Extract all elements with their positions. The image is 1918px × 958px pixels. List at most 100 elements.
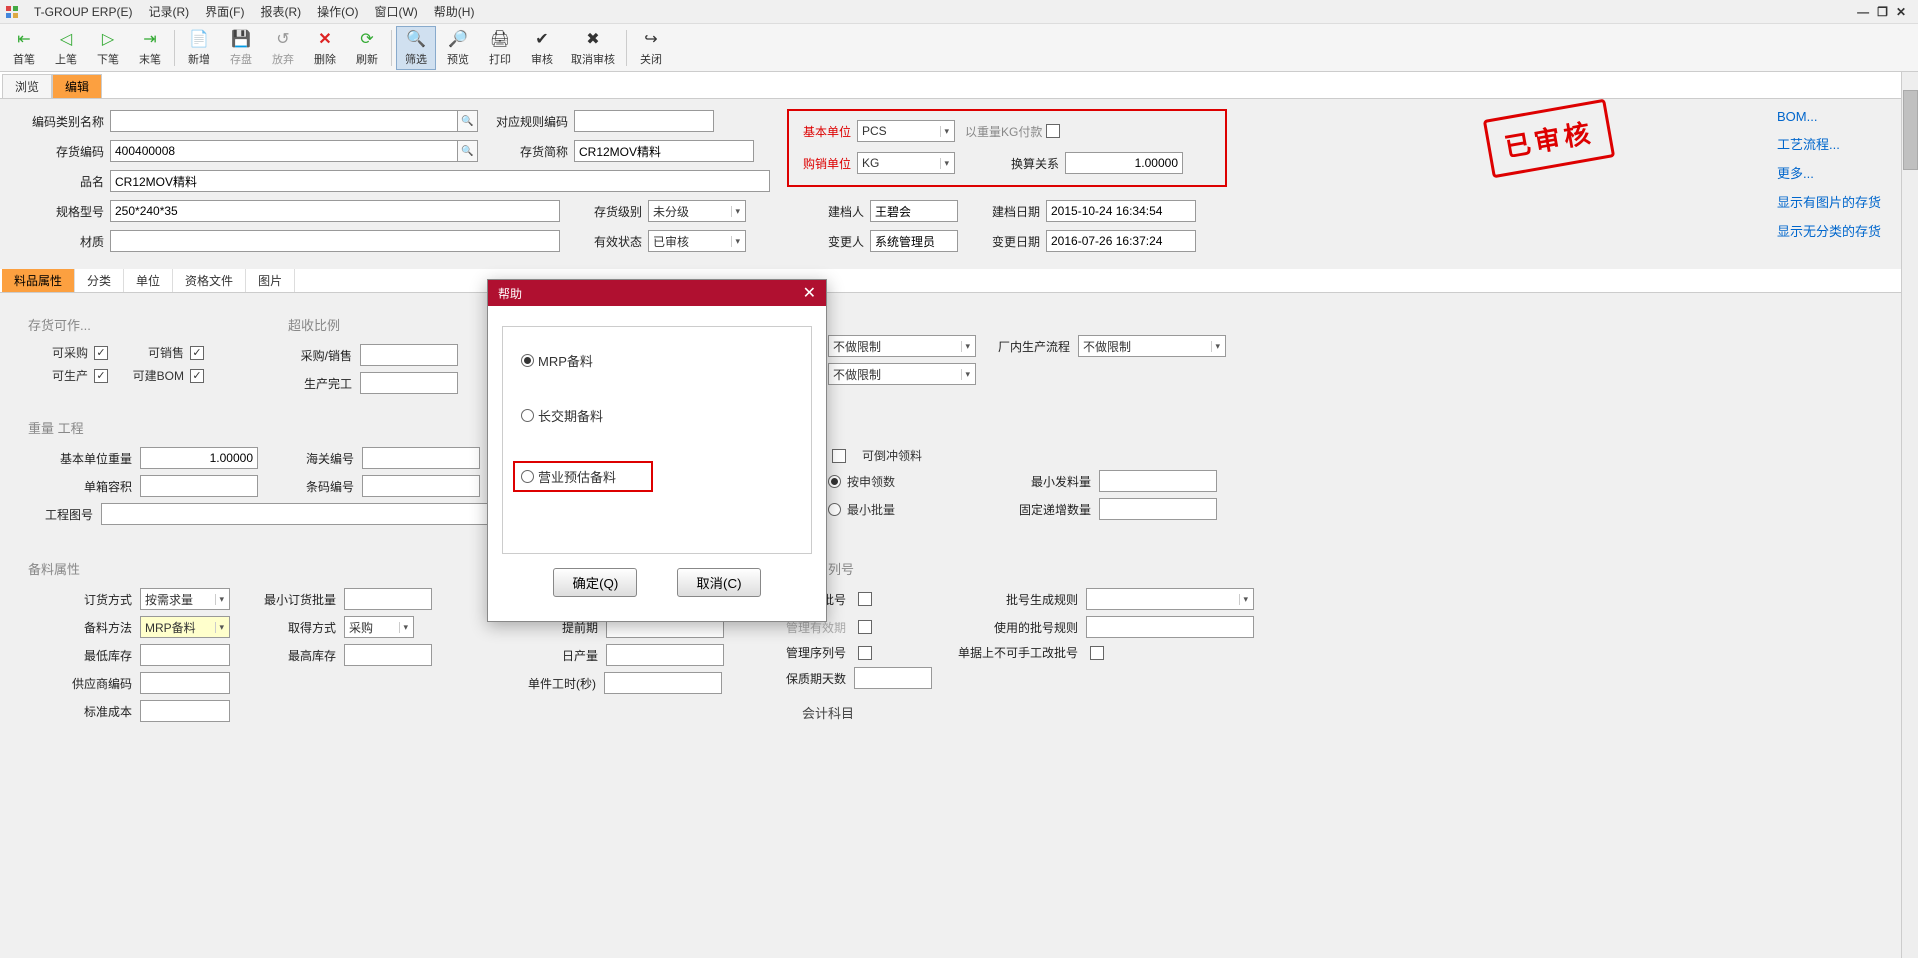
close-window-icon[interactable]: ✕ [1896,5,1906,19]
lbl-code-class: 编码类别名称 [14,113,110,130]
dd-order-way[interactable]: 按需求量▾ [140,588,230,610]
tb-filter[interactable]: 🔍筛选 [396,26,436,70]
tb-discard[interactable]: ↺放弃 [263,26,303,70]
input-min-issue[interactable] [1099,470,1217,492]
tb-save[interactable]: 💾存盘 [221,26,261,70]
chk-can-sell[interactable] [190,346,204,360]
dd-stock-grade[interactable]: 未分级▾ [648,200,746,222]
subtab-qual[interactable]: 资格文件 [173,269,246,292]
input-unit-weight[interactable] [140,447,258,469]
dd-mat-method[interactable]: MRP备料▾ [140,616,230,638]
input-over-prod[interactable] [360,372,458,394]
dd-get-way[interactable]: 采购▾ [344,616,414,638]
input-stock-code[interactable] [110,140,458,162]
menu-window[interactable]: 窗口(W) [366,1,425,22]
radio-mrp[interactable] [521,354,534,367]
chk-can-purchase[interactable] [94,346,108,360]
chk-can-bom[interactable] [190,369,204,383]
scrollbar-thumb[interactable] [1903,90,1918,170]
tb-audit[interactable]: ✔审核 [522,26,562,70]
tb-next[interactable]: ▷下笔 [88,26,128,70]
input-rule-code[interactable] [574,110,714,132]
input-eng-draw[interactable] [101,503,493,525]
menu-record[interactable]: 记录(R) [140,1,197,22]
link-show-img[interactable]: 显示有图片的存货 [1777,192,1881,211]
dd-limit1[interactable]: 不做限制▾ [828,335,976,357]
radio-by-request[interactable] [828,475,841,488]
menu-help[interactable]: 帮助(H) [426,1,483,22]
input-box-cap[interactable] [140,475,258,497]
input-std-cost[interactable] [140,700,230,722]
modal-cancel-button[interactable]: 取消(C) [677,568,760,597]
tb-first[interactable]: ⇤首笔 [4,26,44,70]
input-supplier[interactable] [140,672,230,694]
lookup-code-class-icon[interactable]: 🔍 [458,110,478,132]
modal-ok-button[interactable]: 确定(Q) [553,568,637,597]
tab-browse[interactable]: 浏览 [2,74,52,98]
chk-no-manual[interactable] [1090,646,1104,660]
input-short-name[interactable] [574,140,754,162]
tb-preview[interactable]: 🔎预览 [438,26,478,70]
radio-sales[interactable] [521,470,534,483]
input-min-order[interactable] [344,588,432,610]
modal-opt-long[interactable]: 长交期备料 [521,406,793,425]
dd-status[interactable]: 已审核▾ [648,230,746,252]
lookup-stock-code-icon[interactable]: 🔍 [458,140,478,162]
modal-opt-mrp[interactable]: MRP备料 [521,351,793,370]
tb-new[interactable]: 📄新增 [179,26,219,70]
input-fixed-inc[interactable] [1099,498,1217,520]
vertical-scrollbar[interactable] [1901,72,1918,958]
input-unit-time[interactable] [604,672,722,694]
input-barcode[interactable] [362,475,480,497]
radio-by-min[interactable] [828,503,841,516]
input-code-class[interactable] [110,110,458,132]
link-bom[interactable]: BOM... [1777,109,1881,124]
input-name[interactable] [110,170,770,192]
dd-prod-flow[interactable]: 不做限制▾ [1078,335,1226,357]
tb-prev[interactable]: ◁上笔 [46,26,86,70]
input-customs[interactable] [362,447,480,469]
input-max-stock[interactable] [344,644,432,666]
dd-sale-unit[interactable]: KG▾ [857,152,955,174]
chk-mg-batch[interactable] [858,592,872,606]
chk-mg-valid[interactable] [858,620,872,634]
modal-close-icon[interactable]: ✕ [803,283,816,303]
tb-print[interactable]: 🖨打印 [480,26,520,70]
input-spec[interactable] [110,200,560,222]
chk-pay-by-weight[interactable] [1046,124,1060,138]
dd-batch-rule[interactable]: ▾ [1086,588,1254,610]
menu-app[interactable]: T-GROUP ERP(E) [26,3,140,21]
subtab-pic[interactable]: 图片 [246,269,295,292]
radio-long[interactable] [521,409,534,422]
input-use-rule[interactable] [1086,616,1254,638]
input-shelf-days[interactable] [854,667,932,689]
tb-unaudit[interactable]: ✖取消审核 [564,26,622,70]
chk-can-produce[interactable] [94,369,108,383]
tb-close[interactable]: ↪关闭 [631,26,671,70]
input-over-ps[interactable] [360,344,458,366]
link-more[interactable]: 更多... [1777,163,1881,182]
subtab-attrs[interactable]: 料品属性 [2,269,75,292]
menu-ui[interactable]: 界面(F) [197,1,252,22]
subtab-unit[interactable]: 单位 [124,269,173,292]
dd-base-unit[interactable]: PCS▾ [857,120,955,142]
link-show-noclass[interactable]: 显示无分类的存货 [1777,221,1881,240]
tab-edit[interactable]: 编辑 [52,74,102,98]
subtab-class[interactable]: 分类 [75,269,124,292]
menu-report[interactable]: 报表(R) [252,1,309,22]
minimize-icon[interactable]: — [1857,5,1869,19]
restore-icon[interactable]: ❐ [1877,5,1888,19]
input-daily-prod[interactable] [606,644,724,666]
menu-operate[interactable]: 操作(O) [309,1,366,22]
dd-limit2[interactable]: 不做限制▾ [828,363,976,385]
input-material[interactable] [110,230,560,252]
input-min-stock[interactable] [140,644,230,666]
chk-mg-serial[interactable] [858,646,872,660]
link-process[interactable]: 工艺流程... [1777,134,1881,153]
input-ratio[interactable] [1065,152,1183,174]
modal-opt-sales[interactable]: 营业预估备料 [513,461,653,492]
tb-delete[interactable]: ✕删除 [305,26,345,70]
chk-reverse[interactable] [832,449,846,463]
tb-last[interactable]: ⇥末笔 [130,26,170,70]
tb-refresh[interactable]: ⟳刷新 [347,26,387,70]
